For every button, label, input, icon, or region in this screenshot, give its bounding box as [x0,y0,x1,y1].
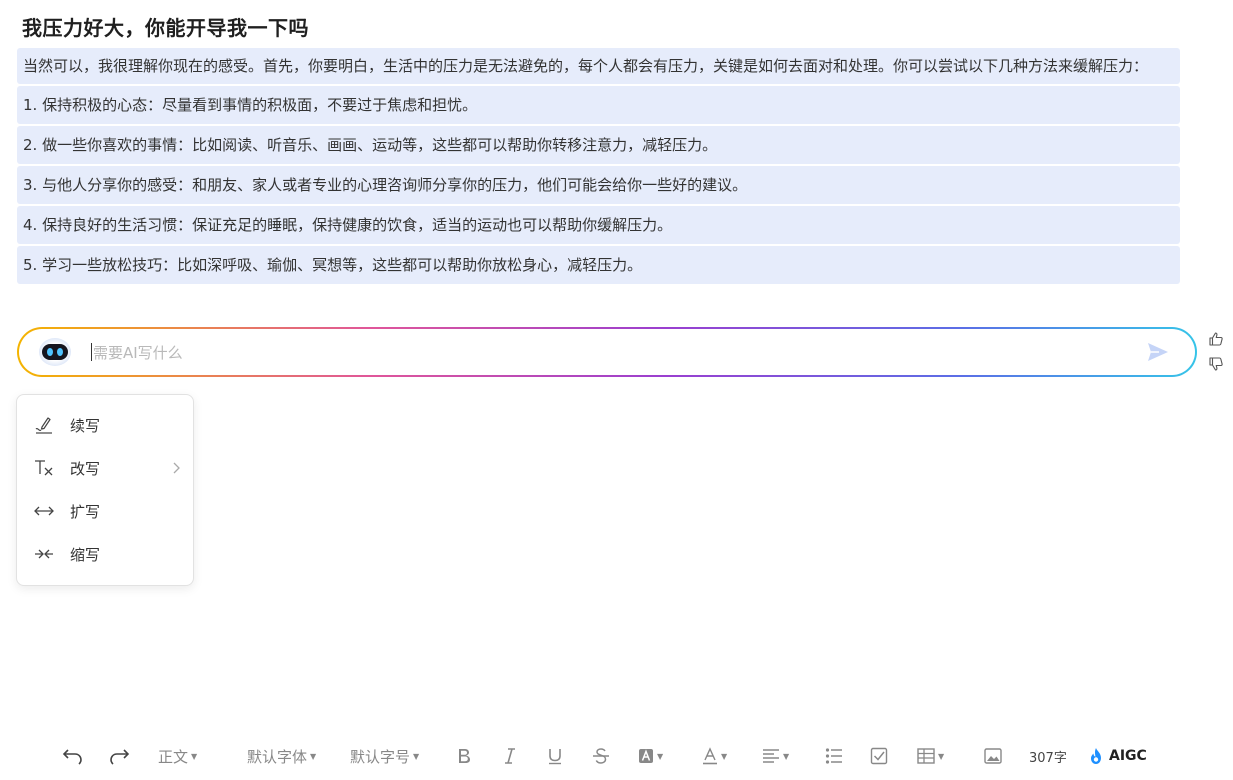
paragraph-style-select[interactable]: 正文 ▼ [158,744,197,768]
ai-robot-icon [39,338,71,366]
font-family-select[interactable]: 默认字体 ▼ [247,744,316,768]
align-left-icon [763,749,779,763]
aigc-label: AIGC [1109,748,1147,764]
word-count-label: 307字 [1029,750,1067,766]
ai-action-menu: 续写 改写 扩写 缩写 [16,394,194,586]
table-button[interactable]: ▼ [917,744,944,768]
aigc-button[interactable]: AIGC [1088,744,1147,768]
caret-down-icon: ▼ [191,751,198,761]
italic-button[interactable] [502,744,518,768]
italic-icon [505,748,515,764]
bold-button[interactable] [456,744,472,768]
editor-toolbar: 正文 ▼ 默认字体 ▼ 默认字号 ▼ ▼ ▼ ▼ ▼ 307字 AIGC [0,740,1233,772]
thumbs-down-icon[interactable] [1208,356,1224,372]
bold-icon [459,749,470,763]
font-size-label: 默认字号 [350,747,411,766]
menu-item-label: 改写 [70,459,101,478]
menu-item-expand[interactable]: 扩写 [17,491,193,531]
ai-prompt-input[interactable] [91,337,1135,369]
text-clear-icon [35,460,53,476]
paragraph-style-label: 正文 [158,747,189,766]
send-icon[interactable] [1147,342,1169,362]
highlight-icon [639,749,653,763]
image-button[interactable] [984,744,1002,768]
expand-arrows-icon [34,506,54,516]
answer-paragraph: 2. 做一些你喜欢的事情：比如阅读、听音乐、画画、运动等，这些都可以帮助你转移注… [17,126,1180,164]
answer-paragraph: 3. 与他人分享你的感受：和朋友、家人或者专业的心理咨询师分享你的压力，他们可能… [17,166,1180,204]
table-icon [917,748,935,764]
answer-paragraph: 当然可以，我很理解你现在的感受。首先，你要明白，生活中的压力是无法避免的，每个人… [17,48,1180,84]
checkbox-icon [870,747,888,765]
bullet-list-icon [825,748,842,764]
redo-icon [110,749,130,765]
strikethrough-button[interactable] [592,744,610,768]
thumbs-up-icon[interactable] [1208,331,1224,347]
font-color-button[interactable]: ▼ [702,744,727,768]
answer-paragraph: 4. 保持良好的生活习惯：保证充足的睡眠，保持健康的饮食，适当的运动也可以帮助你… [17,206,1180,244]
aigc-flame-icon [1091,748,1101,764]
menu-item-continue[interactable]: 续写 [17,405,193,445]
underline-button[interactable] [547,744,563,768]
caret-down-icon: ▼ [310,751,317,761]
font-family-label: 默认字体 [247,747,308,766]
strikethrough-icon [593,748,609,764]
underline-icon [549,749,561,765]
font-size-select[interactable]: 默认字号 ▼ [350,744,419,768]
font-color-icon [703,747,717,765]
word-count: 307字 [1029,744,1067,768]
caret-down-icon: ▼ [413,751,420,761]
shrink-arrows-icon [35,549,53,559]
caret-down-icon: ▼ [783,751,790,761]
bullet-list-button[interactable] [825,744,843,768]
menu-item-label: 缩写 [70,545,101,564]
menu-item-label: 续写 [70,416,101,435]
caret-down-icon: ▼ [657,751,664,761]
answer-paragraph: 5. 学习一些放松技巧：比如深呼吸、瑜伽、冥想等，这些都可以帮助你放松身心，减轻… [17,246,1180,284]
caret-down-icon: ▼ [721,751,728,761]
menu-item-label: 扩写 [70,502,101,521]
menu-item-shrink[interactable]: 缩写 [17,534,193,574]
pen-icon [35,417,52,434]
ai-answer: 当然可以，我很理解你现在的感受。首先，你要明白，生活中的压力是无法避免的，每个人… [17,48,1180,286]
chevron-right-icon [173,462,180,474]
image-icon [984,748,1002,764]
align-button[interactable]: ▼ [762,744,789,768]
ai-prompt-bar [17,327,1197,377]
answer-paragraph: 1. 保持积极的心态：尽量看到事情的积极面，不要过于焦虑和担忧。 [17,86,1180,124]
menu-item-rewrite[interactable]: 改写 [17,448,193,488]
highlight-color-button[interactable]: ▼ [638,744,663,768]
checklist-button[interactable] [870,744,888,768]
ai-prompt-inner [19,329,1195,375]
undo-icon [62,749,82,765]
undo-button[interactable] [62,744,84,768]
caret-down-icon: ▼ [938,751,945,761]
redo-button[interactable] [108,744,130,768]
question-title: 我压力好大，你能开导我一下吗 [22,16,309,40]
